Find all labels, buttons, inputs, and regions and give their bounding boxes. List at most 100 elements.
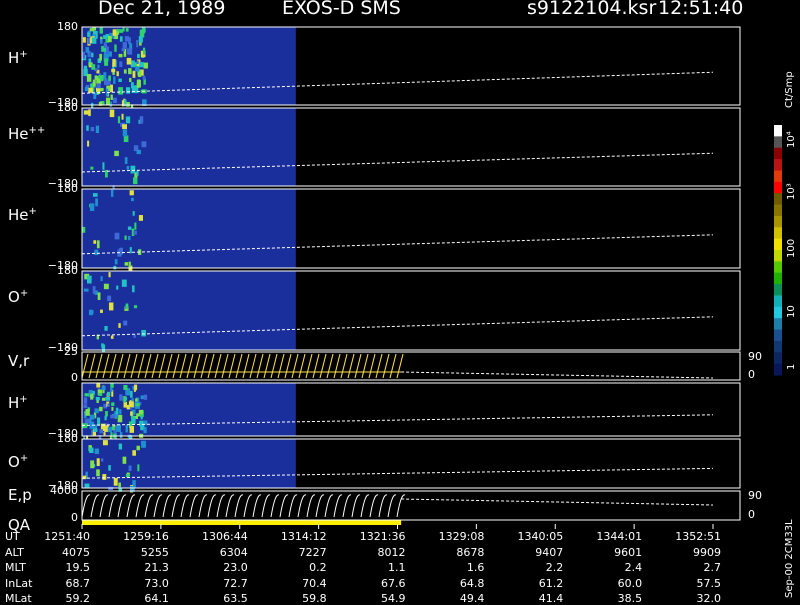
speckle-He+ [132, 211, 135, 216]
vr-tick [95, 353, 103, 379]
vr-tick [221, 353, 229, 379]
vr-tick [179, 353, 187, 379]
speckle-H+ [97, 75, 101, 79]
speckle-H+2 [107, 426, 112, 433]
speckle-H+2 [123, 384, 128, 390]
table-cell: 9909 [693, 545, 721, 559]
plot-date: Dec 21, 1989 [98, 0, 226, 19]
panel-label-sup: + [19, 49, 28, 60]
table-row-label: ALT [5, 545, 24, 559]
vr-tick [116, 353, 124, 379]
speckle-H+2 [99, 406, 103, 412]
ep-loop [342, 494, 352, 518]
colorbar-cell [774, 284, 782, 296]
panel-label-sup: + [28, 206, 37, 217]
speckle-H+2 [89, 414, 95, 420]
colorbar-tick: 100 [786, 238, 797, 258]
colorbar-cell [774, 261, 782, 274]
vr-tick [144, 353, 152, 379]
y-tick-ymax: 180 [57, 264, 78, 277]
ep-loop [198, 494, 208, 518]
vr-tick [81, 353, 89, 379]
speckle-O+ [123, 320, 128, 326]
table-cell: 32.0 [696, 592, 722, 605]
speckle-H+2 [98, 392, 103, 396]
speckle-O+2 [141, 440, 146, 448]
speckle-He++ [109, 109, 115, 118]
speckle-H+ [126, 57, 132, 65]
speckle-O+2 [96, 469, 100, 477]
speckle-H+2 [103, 432, 106, 436]
table-cell: 9407 [535, 545, 564, 559]
speckle-H+ [105, 97, 111, 106]
speckle-H+ [111, 68, 116, 73]
speckle-H+2 [85, 409, 90, 416]
speckle-H+2 [83, 397, 88, 404]
speckle-H+2 [125, 424, 129, 433]
table-cell: 2.2 [545, 561, 564, 574]
speckle-H+2 [133, 387, 136, 392]
ep-loop [243, 494, 253, 518]
speckle-H+2 [90, 393, 94, 400]
speckle-H+2 [131, 398, 134, 402]
panel-label-He+: He+ [8, 206, 37, 224]
plot-filename: s9122104.ksr [527, 0, 657, 19]
colorbar-tick: 10 [786, 305, 797, 318]
y-tick-ymax: 4000 [50, 484, 78, 497]
panel-label-text: H [8, 49, 20, 67]
vr-tick [207, 353, 215, 379]
table-cell: 68.7 [65, 576, 91, 590]
speckle-O+ [125, 303, 129, 309]
ep-loop [315, 494, 325, 518]
table-cell: 63.5 [223, 592, 248, 605]
speckle-O+ [121, 279, 127, 287]
speckle-He+ [94, 249, 99, 256]
speckle-H+ [99, 75, 104, 81]
speckle-He++ [133, 177, 138, 185]
vr-tick [172, 353, 180, 379]
speckle-H+ [132, 70, 136, 78]
table-cell: 41.4 [538, 592, 564, 605]
speckle-O+ [86, 275, 92, 284]
y-tick-ymax: 25 [64, 345, 78, 358]
speckle-He++ [125, 116, 131, 124]
panel-label-He++: He++ [8, 125, 45, 143]
vr-tick [382, 353, 390, 379]
table-cell: 1314:12 [280, 530, 327, 543]
table-cell: 59.8 [302, 592, 327, 605]
speckle-H+2 [115, 407, 119, 415]
ep-loop [153, 494, 163, 518]
ep-loop [108, 494, 118, 518]
right-tick-rmin: 0 [748, 368, 755, 381]
colorbar-cell [774, 227, 782, 240]
table-cell: 59.2 [65, 592, 91, 605]
speckle-H+2 [107, 391, 111, 396]
ep-loop [252, 494, 262, 518]
speckle-H+ [138, 36, 143, 43]
speckle-H+ [92, 79, 96, 87]
ep-loop [333, 494, 343, 518]
ep-loop [234, 494, 244, 518]
speckle-He+ [127, 226, 132, 230]
speckle-H+ [96, 83, 101, 89]
speckle-He++ [141, 141, 147, 148]
table-cell: 23.0 [223, 561, 248, 574]
table-cell: 5255 [140, 545, 169, 559]
ep-loop [279, 494, 289, 518]
speckle-He++ [117, 116, 121, 124]
ep-loop [306, 494, 316, 518]
speckle-H+2 [97, 417, 101, 426]
speckle-H+ [136, 80, 141, 88]
vr-tick [214, 353, 222, 379]
colorbar-cell [774, 306, 782, 319]
speckle-H+ [143, 62, 149, 69]
speckle-H+ [116, 71, 119, 77]
speckle-O+ [133, 305, 138, 309]
speckle-H+ [123, 69, 127, 74]
y-tick-ymin: 0 [71, 371, 78, 384]
speckle-O+ [108, 272, 111, 278]
speckle-O+ [108, 302, 114, 311]
speckle-O+ [97, 292, 101, 300]
panel-label-text: H [8, 394, 20, 412]
vr-tick [186, 353, 194, 379]
